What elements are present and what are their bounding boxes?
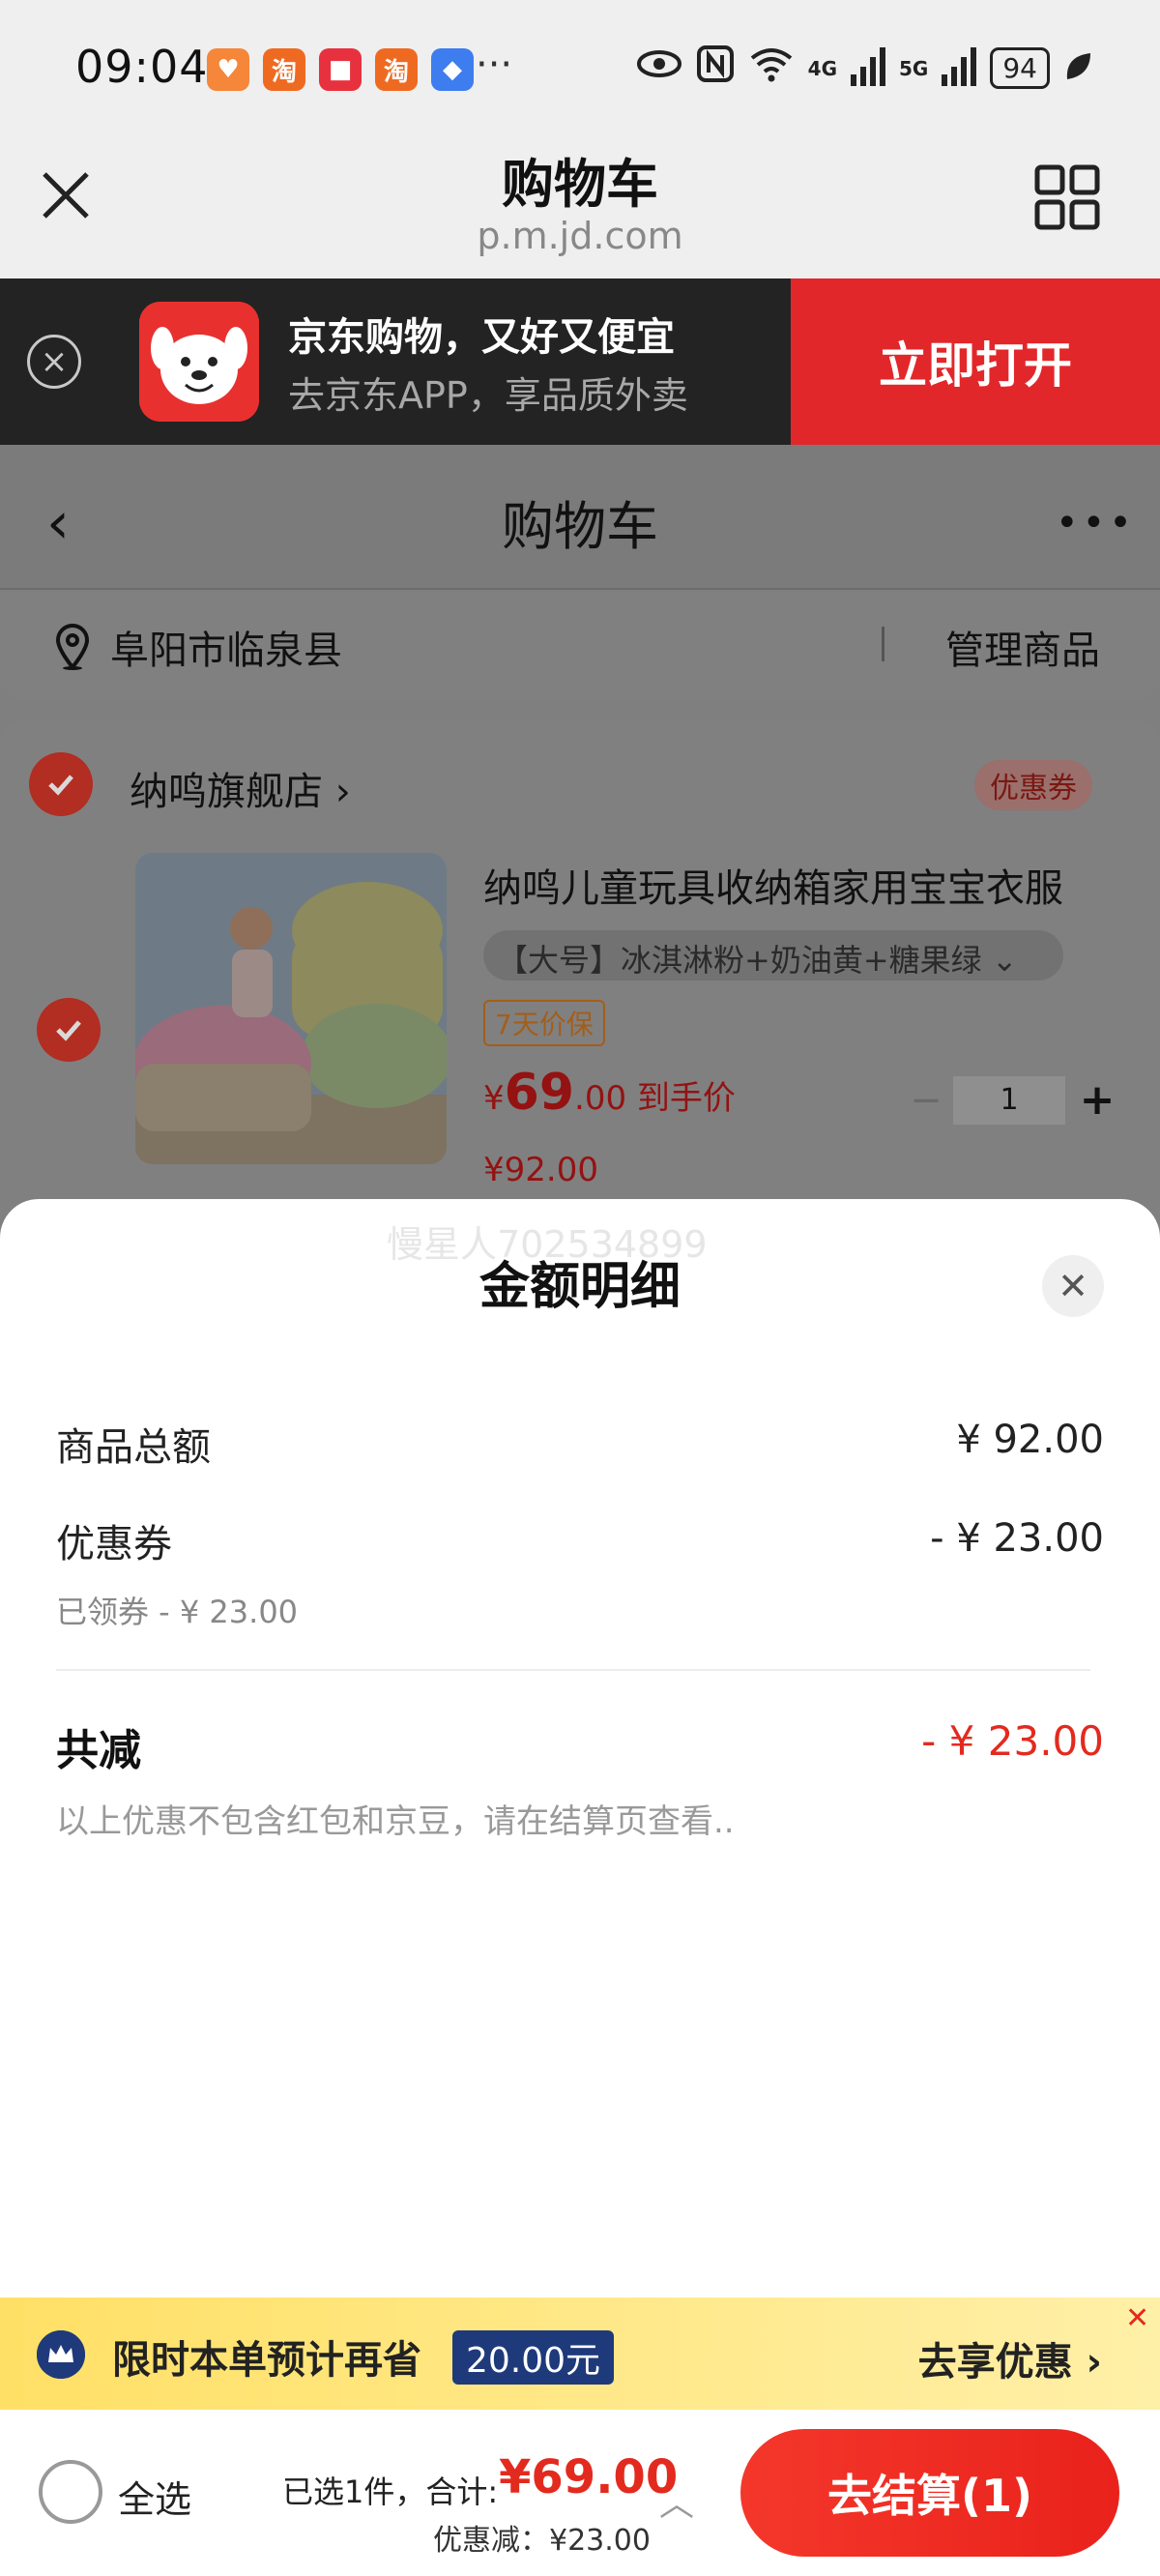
goods-total-value: ¥ 92.00	[956, 1418, 1104, 1462]
selected-count-text: 已选1件，合计:	[282, 2474, 499, 2510]
chevron-up-icon[interactable]: ︿	[659, 2475, 694, 2526]
decrease-button[interactable]: −	[899, 1078, 953, 1123]
app-icon-5: ◆	[431, 48, 474, 91]
coupon-detail: 已领券 - ¥ 23.00	[56, 1594, 299, 1630]
signal-4g-label: 4G	[807, 56, 838, 80]
wifi-icon	[748, 44, 795, 92]
open-app-button[interactable]: 立即打开	[791, 278, 1160, 445]
banner-subline: 去京东APP，享品质外卖	[288, 374, 688, 417]
app-icon-1: ♥	[207, 48, 249, 91]
divider	[882, 627, 884, 661]
sheet-title: 金额明细	[478, 1258, 681, 1316]
price-decimal: .00	[574, 1079, 627, 1118]
signal-5g-label: 5G	[899, 56, 929, 80]
goods-total-label: 商品总额	[56, 1425, 211, 1470]
total-discount-label: 共减	[56, 1726, 141, 1775]
promo-close-button[interactable]: ✕	[1125, 2301, 1149, 2335]
cart-title: 购物车	[502, 496, 658, 557]
battery-level: 94	[990, 47, 1050, 89]
taobao-flash-icon: 淘	[375, 48, 418, 91]
more-options-icon[interactable]: •••	[1056, 501, 1136, 545]
taobao-icon: 淘	[263, 48, 305, 91]
product-spec-selector[interactable]: 【大号】冰淇淋粉+奶油黄+糖果绿 ⌄	[483, 930, 1063, 981]
product-checkbox[interactable]	[37, 998, 101, 1062]
grid-menu-icon[interactable]	[1034, 164, 1100, 230]
eye-icon	[636, 48, 682, 88]
status-app-icons: ♥ 淘 ■ 淘 ◆	[207, 48, 474, 91]
signal-5g-icon	[942, 46, 977, 90]
nfc-icon	[696, 44, 735, 92]
sheet-close-button[interactable]: ✕	[1042, 1255, 1104, 1317]
status-indicators: 4G 5G 94	[636, 44, 1092, 92]
promo-amount-badge: 20.00元	[452, 2330, 615, 2385]
coupon-label: 优惠券	[56, 1522, 172, 1566]
location-pin-icon	[54, 623, 91, 671]
price-integer: 69	[504, 1064, 575, 1122]
original-price: ¥92.00	[483, 1151, 598, 1189]
browser-title: 购物车	[502, 154, 658, 215]
browser-url: p.m.jd.com	[477, 215, 683, 257]
promo-cta-button[interactable]: 去享优惠 ›	[918, 2330, 1102, 2386]
manage-items-button[interactable]: 管理商品	[945, 619, 1100, 675]
delivery-address[interactable]: 阜阳市临泉县	[110, 619, 342, 675]
shop-checkbox[interactable]	[29, 752, 93, 816]
shop-name[interactable]: 纳鸣旗舰店 ›	[130, 760, 351, 816]
quantity-input[interactable]: 1	[953, 1075, 1065, 1125]
quantity-stepper: − 1 +	[899, 1075, 1129, 1125]
product-price: ¥69.00 到手价	[483, 1064, 736, 1122]
select-all-label[interactable]: 全选	[118, 2470, 191, 2523]
app-icon-3: ■	[319, 48, 362, 91]
check-icon	[48, 775, 73, 796]
banner-close-button[interactable]: ×	[27, 335, 81, 389]
price-suffix: 到手价	[626, 1079, 736, 1118]
check-icon	[56, 1020, 81, 1041]
checkout-total: ¥69.00	[499, 2450, 679, 2504]
price-protect-tag: 7天价保	[483, 1000, 605, 1046]
total-discount-value: - ¥ 23.00	[921, 1717, 1104, 1765]
coupon-badge[interactable]: 优惠券	[974, 760, 1092, 810]
product-image[interactable]	[135, 853, 447, 1164]
product-name[interactable]: 纳鸣儿童玩具收纳箱家用宝宝衣服	[483, 857, 1063, 913]
coupon-value: - ¥ 23.00	[930, 1516, 1104, 1561]
status-time: 09:04	[75, 41, 209, 93]
crown-icon	[37, 2330, 85, 2379]
jd-logo-icon	[139, 302, 259, 422]
status-more-icon: ···	[476, 43, 513, 87]
banner-headline: 京东购物，又好又便宜	[288, 315, 675, 360]
signal-4g-icon	[851, 46, 886, 90]
divider	[56, 1669, 1090, 1671]
checkout-button[interactable]: 去结算(1)	[740, 2429, 1119, 2557]
promo-text: 限时本单预计再省	[112, 2338, 421, 2383]
checkout-discount: 优惠减：¥23.00	[433, 2524, 651, 2558]
discount-note: 以上优惠不包含红包和京豆，请在结算页查看..	[56, 1802, 735, 1841]
increase-button[interactable]: +	[1065, 1075, 1129, 1125]
price-symbol: ¥	[483, 1079, 505, 1118]
select-all-radio[interactable]	[39, 2460, 102, 2524]
leaf-icon	[1063, 50, 1092, 87]
